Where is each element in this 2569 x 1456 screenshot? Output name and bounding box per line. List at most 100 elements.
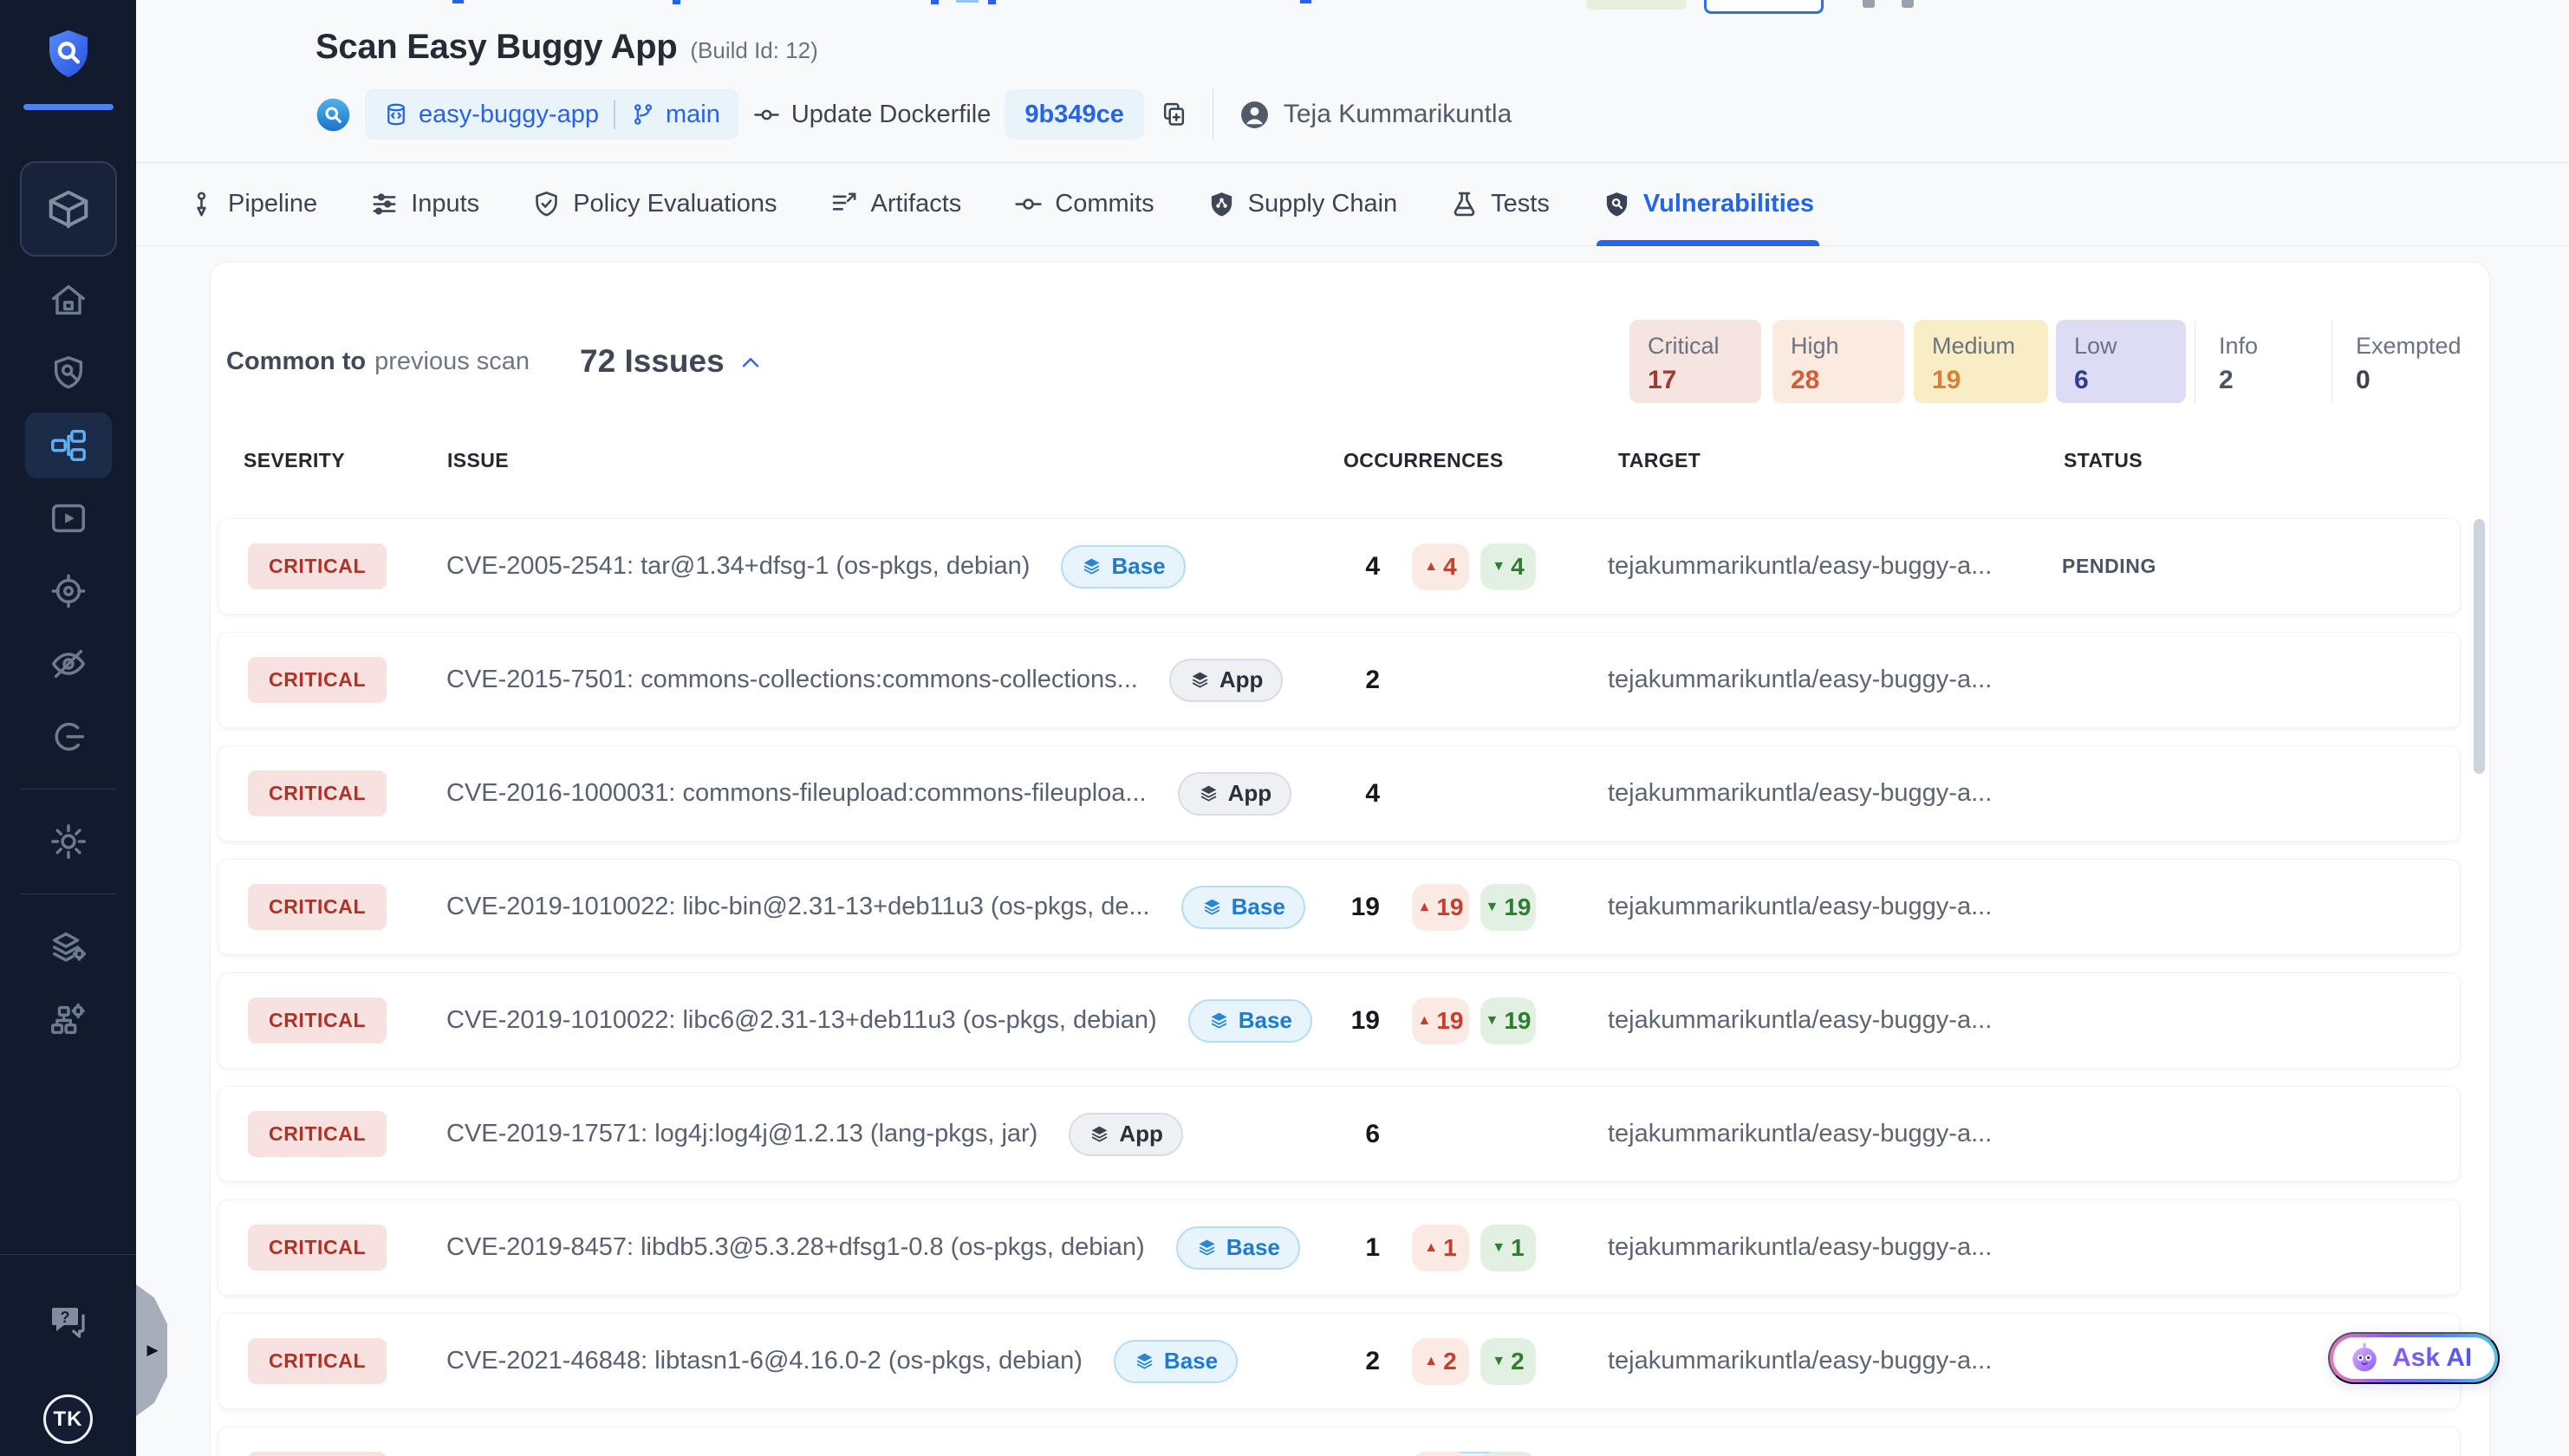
package-icon	[45, 185, 92, 232]
sidebar-item-products[interactable]	[20, 161, 117, 257]
tab-vulnerabilities[interactable]: Vulnerabilities	[1600, 163, 1816, 245]
help-chat-icon[interactable]: ?	[47, 1301, 90, 1342]
severity-badge: CRITICAL	[248, 770, 387, 816]
sidebar-item-pipelines[interactable]	[25, 413, 112, 478]
occurrences-count: 2	[1315, 633, 1380, 727]
table-row[interactable]: CRITICAL CVE-2015-7501: commons-collectio…	[218, 632, 2461, 728]
branch-name[interactable]: main	[666, 101, 720, 129]
severity-filter-low[interactable]: Low6	[2056, 320, 2186, 403]
sidebar-item-scans[interactable]	[25, 340, 112, 406]
scope-label-bold: Common to	[226, 348, 366, 376]
sidebar-item-home[interactable]	[25, 267, 112, 333]
layers-icon	[1201, 896, 1223, 918]
layers-icon	[1198, 783, 1219, 804]
tab-tests[interactable]: Tests	[1447, 163, 1551, 245]
severity-filter-label: Exempted	[2356, 333, 2462, 360]
table-row[interactable]: CRITICAL CVE-2019-1010022: libc6@2.31-13+…	[218, 972, 2461, 1069]
sidebar-item-infrastructure[interactable]	[25, 986, 112, 1052]
triangle-down-icon: ▼	[1492, 1240, 1506, 1256]
table-row[interactable]: CRITICALBase▲▼	[218, 1427, 2461, 1456]
delta-up-badge: ▲2	[1412, 1338, 1469, 1385]
target-path: tejakummarikuntla/easy-buggy-a...	[1608, 860, 1992, 954]
sitemap-gear-icon	[49, 999, 88, 1039]
severity-badge: CRITICAL	[248, 1452, 387, 1456]
layer-badge: App	[1069, 1113, 1183, 1156]
tab-commits[interactable]: Commits	[1011, 163, 1155, 245]
repo-name[interactable]: easy-buggy-app	[419, 101, 599, 129]
scrollbar-thumb[interactable]	[2474, 519, 2485, 774]
layers-gear-icon	[49, 926, 88, 966]
play-icon	[49, 498, 88, 538]
issue-title[interactable]: CVE-2019-8457: libdb5.3@5.3.28+dfsg1-0.8…	[446, 1233, 1145, 1262]
tab-pipeline[interactable]: Pipeline	[185, 163, 319, 245]
severity-badge: CRITICAL	[248, 1338, 387, 1384]
pipeline-tab-icon	[186, 189, 217, 219]
severity-filter-info[interactable]: Info2	[2195, 320, 2332, 403]
tab-supply-chain[interactable]: Supply Chain	[1205, 163, 1400, 245]
ask-ai-button[interactable]: Ask AI	[2328, 1332, 2500, 1384]
severity-filter-label: High	[1791, 333, 1904, 360]
issue-title[interactable]: CVE-2015-7501: commons-collections:commo…	[446, 666, 1138, 694]
issue-title[interactable]: CVE-2021-46848: libtasn1-6@4.16.0-2 (os-…	[446, 1347, 1083, 1375]
ai-robot-icon	[2347, 1341, 2382, 1375]
shield-scan-icon	[1602, 189, 1632, 219]
gear-icon	[49, 822, 88, 861]
home-icon	[49, 280, 88, 320]
issue-title[interactable]: CVE-2019-17571: log4j:log4j@1.2.13 (lang…	[446, 1120, 1037, 1148]
severity-filter-count: 28	[1791, 366, 1904, 395]
sidebar-item-integrations[interactable]	[25, 913, 112, 979]
app-logo-shield-icon[interactable]	[42, 24, 95, 83]
table-row[interactable]: CRITICAL CVE-2021-46848: libtasn1-6@4.16.…	[218, 1313, 2461, 1409]
target-path: tejakummarikuntla/easy-buggy-a...	[1608, 1314, 1992, 1408]
tab-policy-evaluations[interactable]: Policy Evaluations	[530, 163, 778, 245]
severity-filter-label: Info	[2219, 333, 2332, 360]
issue-title[interactable]: CVE-2019-1010022: libc-bin@2.31-13+deb11…	[446, 893, 1150, 921]
layer-badge: Base	[1176, 1226, 1300, 1270]
sidebar-item-runs[interactable]	[25, 485, 112, 551]
target-path: tejakummarikuntla/easy-buggy-a...	[1608, 519, 1992, 614]
table-row[interactable]: CRITICAL CVE-2016-1000031: commons-fileup…	[218, 745, 2461, 842]
sidebar-item-settings[interactable]	[25, 809, 112, 874]
tab-artifacts[interactable]: Artifacts	[828, 163, 964, 245]
severity-filter-count: 0	[2356, 366, 2462, 395]
sidebar-item-targets[interactable]	[25, 558, 112, 624]
severity-filter-medium[interactable]: Medium19	[1914, 320, 2048, 403]
avatar[interactable]: TK	[43, 1394, 93, 1444]
chevron-up-icon[interactable]	[737, 349, 764, 377]
triangle-down-icon: ▼	[1492, 559, 1506, 575]
copy-icon[interactable]	[1160, 101, 1188, 129]
triangle-up-icon: ▲	[1418, 900, 1432, 915]
severity-badge: CRITICAL	[248, 657, 387, 703]
table-row[interactable]: CRITICALCVE-2019-17571: log4j:log4j@1.2.…	[218, 1086, 2461, 1182]
issue-title[interactable]: CVE-2005-2541: tar@1.34+dfsg-1 (os-pkgs,…	[446, 552, 1030, 581]
sidebar-item-monitoring[interactable]	[25, 704, 112, 770]
table-row[interactable]: CRITICALCVE-2019-1010022: libc-bin@2.31-…	[218, 859, 2461, 955]
issue-title[interactable]: CVE-2019-1010022: libc6@2.31-13+deb11u3 …	[446, 1006, 1157, 1035]
sidebar-bottom-divider	[0, 1254, 136, 1255]
layer-badge-label: App	[1228, 780, 1272, 807]
severity-badge: CRITICAL	[248, 998, 387, 1043]
repo-branch-chip[interactable]: easy-buggy-app main	[365, 89, 738, 140]
table-row[interactable]: CRITICALCVE-2005-2541: tar@1.34+dfsg-1 (…	[218, 518, 2461, 614]
breadcrumb: easy-buggy-app main Update Dockerfile 9b…	[315, 88, 1512, 140]
svg-text:?: ?	[61, 1309, 70, 1326]
scan-header: Scan Easy Buggy App (Build Id: 12) easy-…	[136, 0, 2569, 162]
delta-down-badge: ▼19	[1480, 998, 1536, 1044]
layers-icon	[1089, 1123, 1110, 1145]
column-header-occurrences: OCCURRENCES	[1343, 449, 1504, 472]
layer-badge-label: Base	[1226, 1234, 1280, 1261]
table-row[interactable]: CRITICALCVE-2019-8457: libdb5.3@5.3.28+d…	[218, 1199, 2461, 1296]
sidebar-expand-handle[interactable]: ▶	[136, 1284, 167, 1416]
active-tab-underline	[1597, 240, 1819, 246]
severity-filter-label: Medium	[1932, 333, 2048, 360]
severity-filter-exempted[interactable]: Exempted 0	[2332, 320, 2462, 403]
git-commit-icon	[752, 101, 781, 129]
sidebar-item-hidden-findings[interactable]	[25, 631, 112, 697]
severity-filter-high[interactable]: High 28	[1772, 320, 1904, 403]
severity-filter-critical[interactable]: Critical17	[1629, 320, 1761, 403]
commit-sha-chip[interactable]: 9b349ce	[1005, 89, 1144, 140]
issue-title[interactable]: CVE-2016-1000031: commons-fileupload:com…	[446, 779, 1147, 808]
tab-inputs[interactable]: Inputs	[367, 163, 481, 245]
issues-count-label: 72 Issues	[580, 343, 725, 380]
build-id-label: (Build Id: 12)	[690, 37, 817, 64]
